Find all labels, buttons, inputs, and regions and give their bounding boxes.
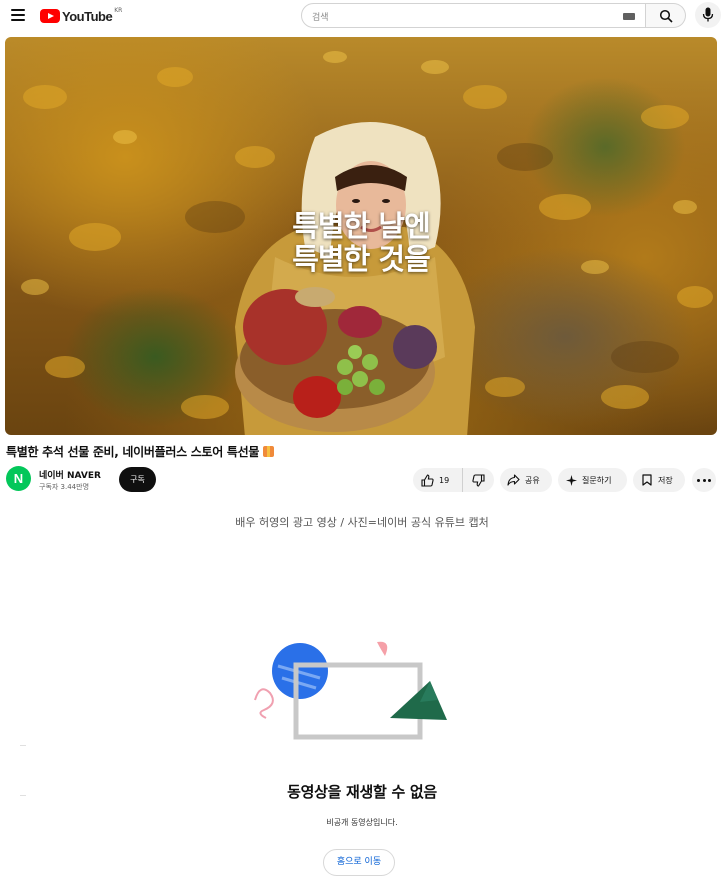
video-overlay-text-line2: 특별한 것을 — [292, 242, 431, 276]
logo-country-code: KR — [114, 6, 123, 14]
divider-mark — [20, 745, 26, 746]
like-dislike-group: 19 — [413, 468, 494, 492]
subscriber-count: 구독자 3.44만명 — [39, 483, 90, 491]
go-home-button[interactable]: 홈으로 이동 — [323, 849, 395, 876]
ask-button[interactable]: 질문하기 — [558, 468, 627, 492]
menu-icon[interactable] — [11, 9, 25, 21]
search-button[interactable] — [646, 3, 686, 28]
search-icon — [659, 9, 673, 23]
search-input[interactable]: 검색 — [301, 3, 646, 28]
share-label: 공유 — [525, 475, 540, 485]
youtube-play-icon — [40, 9, 60, 23]
channel-name[interactable]: 네이버 NAVER — [39, 468, 101, 481]
mic-icon — [702, 7, 714, 22]
thumbs-up-icon — [421, 473, 434, 487]
video-title: 특별한 추석 선물 준비, 네이버플러스 스토어 특선물 — [6, 443, 275, 460]
save-label: 저장 — [658, 475, 673, 485]
gift-icon — [263, 446, 275, 457]
save-button[interactable]: 저장 — [633, 468, 685, 492]
voice-search-button[interactable] — [695, 2, 721, 28]
channel-avatar[interactable]: N — [6, 466, 31, 491]
thumbs-down-icon — [472, 473, 485, 487]
error-subtitle: 비공개 동영상입니다. — [326, 818, 398, 827]
bookmark-icon — [642, 474, 652, 486]
more-icon-dot — [697, 479, 700, 482]
share-button[interactable]: 공유 — [500, 468, 552, 492]
video-player[interactable]: 특별한 날엔 특별한 것을 — [5, 37, 717, 435]
share-icon — [507, 474, 520, 486]
video-title-text: 특별한 추석 선물 준비, 네이버플러스 스토어 특선물 — [6, 445, 260, 459]
logo-text: YouTube — [62, 8, 113, 24]
top-bar: YouTube KR 검색 — [0, 0, 724, 34]
more-actions-button[interactable] — [692, 468, 716, 492]
photo-caption: 배우 허영의 광고 영상 / 사진=네이버 공식 유튜브 캡처 — [235, 516, 489, 529]
search-placeholder: 검색 — [312, 13, 329, 23]
youtube-logo[interactable]: YouTube KR — [40, 7, 122, 25]
like-count: 19 — [439, 475, 450, 485]
more-icon-dot — [702, 479, 706, 482]
sparkle-icon — [566, 474, 577, 486]
keyboard-icon[interactable] — [623, 13, 635, 20]
more-icon-dot — [708, 479, 711, 482]
ask-label: 질문하기 — [582, 475, 612, 485]
error-title: 동영상을 재생할 수 없음 — [287, 783, 437, 801]
like-button[interactable]: 19 — [413, 468, 463, 492]
dislike-button[interactable] — [463, 468, 494, 492]
video-unavailable-illustration — [254, 641, 447, 740]
subscribe-button[interactable]: 구독 — [119, 467, 156, 492]
